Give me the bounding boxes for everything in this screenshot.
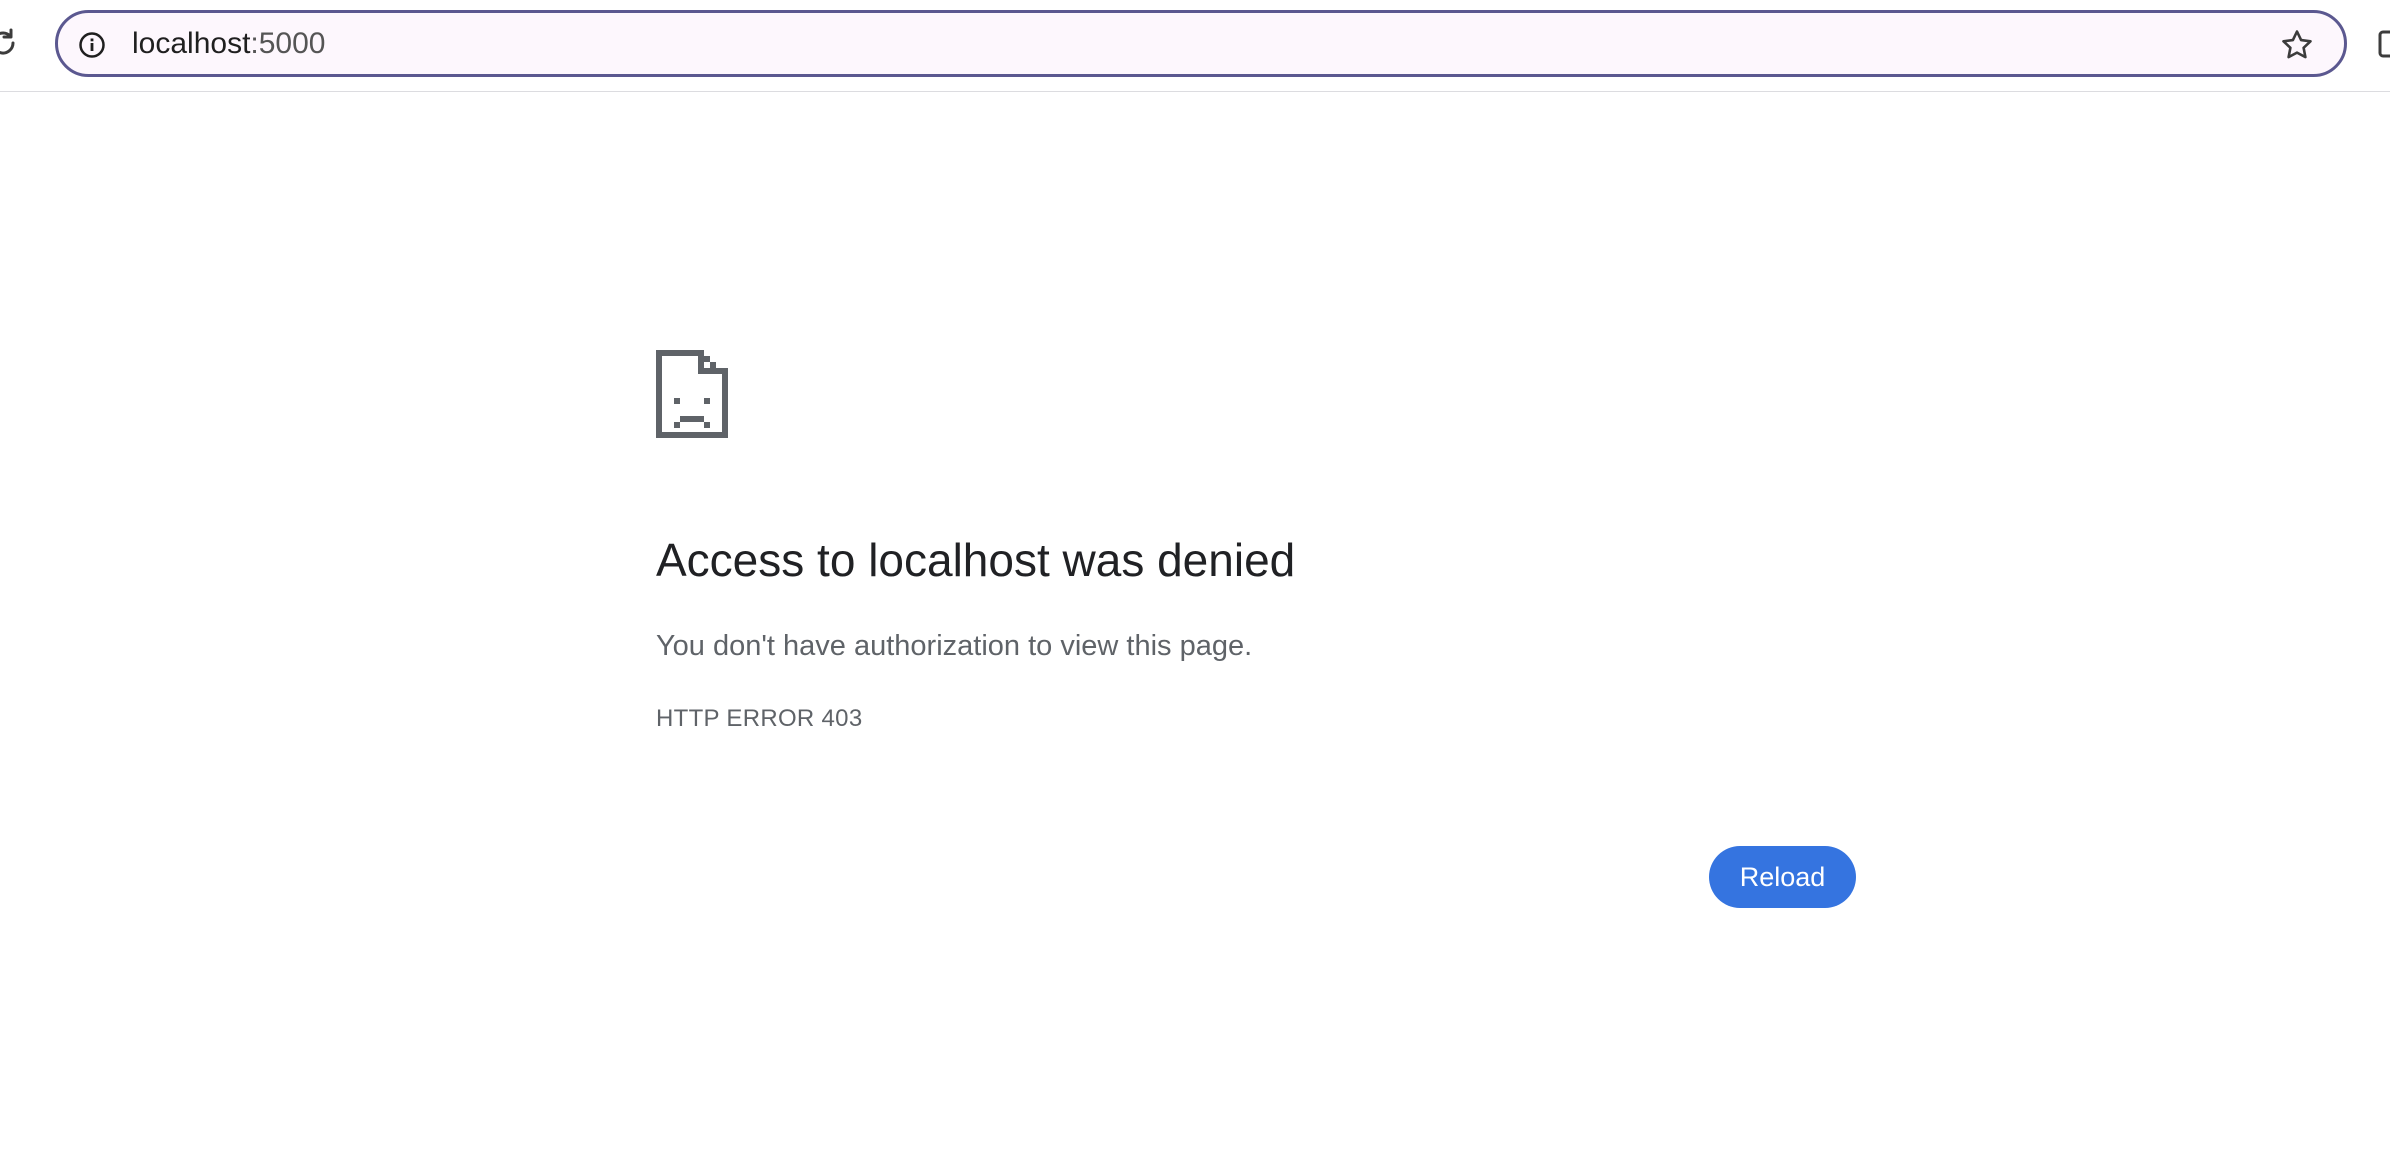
url-text[interactable]: localhost:5000	[132, 27, 325, 61]
browser-toolbar: localhost:5000	[0, 0, 2390, 92]
url-host: localhost	[132, 27, 251, 60]
url-port: :5000	[250, 27, 326, 60]
star-icon[interactable]	[2280, 28, 2314, 62]
error-code: HTTP ERROR 403	[656, 705, 863, 732]
error-title: Access to localhost was denied	[656, 534, 1296, 586]
side-panel-icon[interactable]	[2378, 30, 2390, 58]
address-bar[interactable]: localhost:5000	[55, 10, 2347, 77]
info-icon[interactable]	[78, 31, 106, 59]
reload-icon[interactable]	[0, 26, 20, 60]
error-message: You don't have authorization to view thi…	[656, 630, 1253, 662]
sad-file-icon	[656, 350, 728, 438]
reload-button[interactable]: Reload	[1709, 846, 1856, 908]
